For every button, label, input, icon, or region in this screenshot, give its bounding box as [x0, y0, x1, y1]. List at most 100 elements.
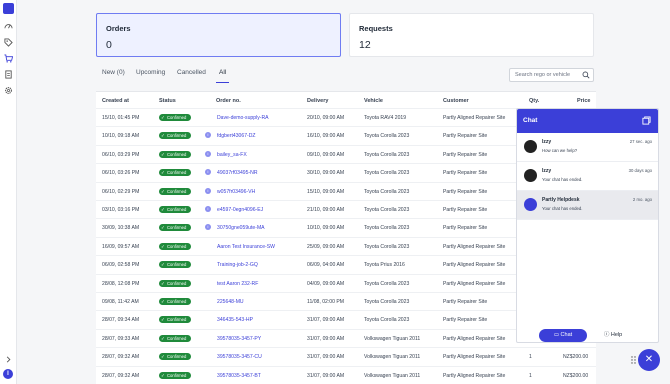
header-vehicle[interactable]: Vehicle: [364, 98, 383, 104]
header-delivery[interactable]: Delivery: [307, 98, 328, 104]
cell-created-at: 06/09, 02:58 PM: [102, 262, 140, 269]
cell-order-no[interactable]: fdgbert43067-DZ: [217, 133, 256, 139]
info-icon[interactable]: i: [205, 169, 211, 176]
cart-icon[interactable]: [4, 54, 13, 63]
new-chat-icon[interactable]: [642, 116, 651, 125]
cell-created-at: 06/10, 03:29 PM: [102, 151, 140, 158]
tab-new[interactable]: New (0): [102, 66, 125, 83]
table-row[interactable]: 28/07, 09:32 AM 39578035-3457-BT 31/07, 09…: [96, 365, 596, 384]
cell-customer: Partly Aligned Repairer Site: [443, 243, 506, 250]
avatar: [524, 169, 537, 182]
header-qty[interactable]: Qty.: [529, 98, 539, 104]
cell-order-no[interactable]: 225648-MU: [217, 299, 244, 305]
cell-customer: Partly Repairer Site: [443, 299, 488, 305]
cell-order-no[interactable]: e4597-0egn4096-EJ: [217, 207, 263, 213]
chat-conversation[interactable]: Partly Helpdesk Your chat has ended. 2 m…: [517, 191, 658, 220]
conversation-message: Your chat has ended.: [542, 177, 583, 182]
status-badge: Confirmed: [159, 353, 191, 361]
header-order-no[interactable]: Order no.: [216, 98, 241, 104]
cell-delivery: 09/10, 09:00 AM: [307, 151, 345, 158]
cell-created-at: 06/10, 03:26 PM: [102, 170, 140, 177]
status-badge: Confirmed: [159, 169, 191, 177]
status-badge: Confirmed: [159, 316, 191, 324]
status-badge: Confirmed: [159, 114, 191, 121]
cell-order-no[interactable]: test Aaron 232-RF: [217, 281, 258, 287]
cell-vehicle: Toyota Corolla 2023: [364, 207, 410, 213]
cell-delivery: 31/07, 09:00 AM: [307, 335, 345, 342]
info-icon[interactable]: i: [205, 224, 211, 231]
cell-created-at: 30/09, 10:38 AM: [102, 225, 140, 232]
orders-card-value: 0: [106, 39, 112, 51]
cell-order-no[interactable]: 39578035-3457-PY: [217, 336, 261, 342]
logo-icon[interactable]: [3, 3, 14, 14]
info-icon[interactable]: i: [205, 150, 211, 157]
search-input[interactable]: Search rego or vehicle: [509, 68, 594, 82]
cell-qty: 1: [529, 354, 532, 361]
header-created-at[interactable]: Created at: [102, 98, 129, 104]
cell-vehicle: Toyota Corolla 2023: [364, 299, 410, 305]
chat-conversation[interactable]: Izzy How can we help? 27 sec. ago: [517, 133, 658, 162]
avatar: [524, 198, 537, 211]
settings-icon[interactable]: [4, 86, 13, 95]
cell-customer: Partly Aligned Repairer Site: [443, 335, 506, 342]
cell-created-at: 28/07, 09:32 AM: [102, 372, 140, 379]
cell-delivery: 21/10, 09:00 AM: [307, 207, 345, 213]
header-price[interactable]: Price: [577, 98, 590, 104]
status-badge: Confirmed: [159, 224, 191, 232]
cell-delivery: 15/10, 09:00 AM: [307, 188, 345, 195]
status-badge: Confirmed: [159, 150, 191, 158]
cell-order-no[interactable]: Aaron Test Insurance-SW: [217, 244, 275, 250]
help-tab-button[interactable]: ⓘ Help: [589, 329, 637, 342]
table-row[interactable]: 28/07, 09:32 AM 39578035-3457-CU 31/07, 09…: [96, 347, 596, 365]
cell-order-no[interactable]: bailey_sa-FX: [217, 152, 247, 158]
cell-delivery: 10/10, 09:00 AM: [307, 225, 345, 232]
status-badge: Confirmed: [159, 261, 191, 269]
tab-all[interactable]: All: [216, 66, 230, 83]
orders-card[interactable]: Orders 0: [96, 13, 341, 57]
requests-card[interactable]: Requests 12: [349, 13, 594, 57]
conversation-time: 27 sec. ago: [629, 139, 652, 144]
cell-created-at: 03/10, 03:16 PM: [102, 207, 140, 213]
orders-card-title: Orders: [106, 24, 131, 33]
cell-order-no[interactable]: 346435-543-HP: [217, 317, 253, 323]
cell-created-at: 16/09, 09:57 AM: [102, 243, 140, 250]
cell-vehicle: Toyota Corolla 2023: [364, 317, 410, 324]
cell-created-at: 10/10, 09:18 AM: [102, 133, 140, 140]
info-icon[interactable]: i: [205, 206, 211, 212]
header-customer[interactable]: Customer: [443, 98, 469, 104]
info-icon[interactable]: i: [205, 132, 211, 139]
cell-order-no[interactable]: Training-job-2-GQ: [217, 262, 258, 268]
cell-delivery: 31/07, 09:00 AM: [307, 317, 345, 324]
chat-header: Chat: [517, 109, 658, 133]
drag-handle-icon[interactable]: [631, 356, 636, 364]
header-status[interactable]: Status: [159, 98, 176, 104]
chat-conversation[interactable]: Izzy Your chat has ended. 30 days ago: [517, 162, 658, 191]
cell-customer: Partly Repairer Site: [443, 317, 488, 324]
document-icon[interactable]: [4, 70, 13, 79]
cell-order-no[interactable]: w057fr03496-VH: [217, 189, 255, 195]
cell-customer: Partly Repairer Site: [443, 151, 488, 158]
cell-order-no[interactable]: 49037rf03495-NR: [217, 170, 258, 176]
close-chat-button[interactable]: ✕: [638, 349, 660, 371]
status-badge: Confirmed: [159, 334, 191, 342]
chevron-right-icon[interactable]: [4, 355, 13, 364]
chat-tab-button[interactable]: ▭ Chat: [539, 329, 587, 342]
tab-upcoming[interactable]: Upcoming: [136, 66, 165, 83]
cell-order-no[interactable]: 30750gne059ute-MA: [217, 225, 265, 231]
conversation-name: Partly Helpdesk: [542, 197, 580, 203]
chat-tab-label: Chat: [560, 332, 573, 338]
cell-order-no[interactable]: Dave-demo-supply-RA: [217, 115, 269, 121]
tag-icon[interactable]: [4, 38, 13, 47]
cell-vehicle: Toyota Corolla 2023: [364, 133, 410, 140]
user-avatar[interactable]: I: [3, 369, 13, 379]
cell-delivery: 16/10, 09:00 AM: [307, 133, 345, 140]
status-badge: Confirmed: [159, 298, 191, 305]
cell-created-at: 28/07, 09:33 AM: [102, 335, 140, 342]
search-icon[interactable]: [582, 71, 590, 79]
cell-order-no[interactable]: 39578035-3457-BT: [217, 373, 261, 379]
dashboard-icon[interactable]: [4, 21, 13, 30]
info-icon[interactable]: i: [205, 187, 211, 194]
cell-order-no[interactable]: 39578035-3457-CU: [217, 354, 262, 360]
cell-vehicle: Toyota Corolla 2023: [364, 280, 410, 287]
tab-cancelled[interactable]: Cancelled: [177, 66, 206, 83]
